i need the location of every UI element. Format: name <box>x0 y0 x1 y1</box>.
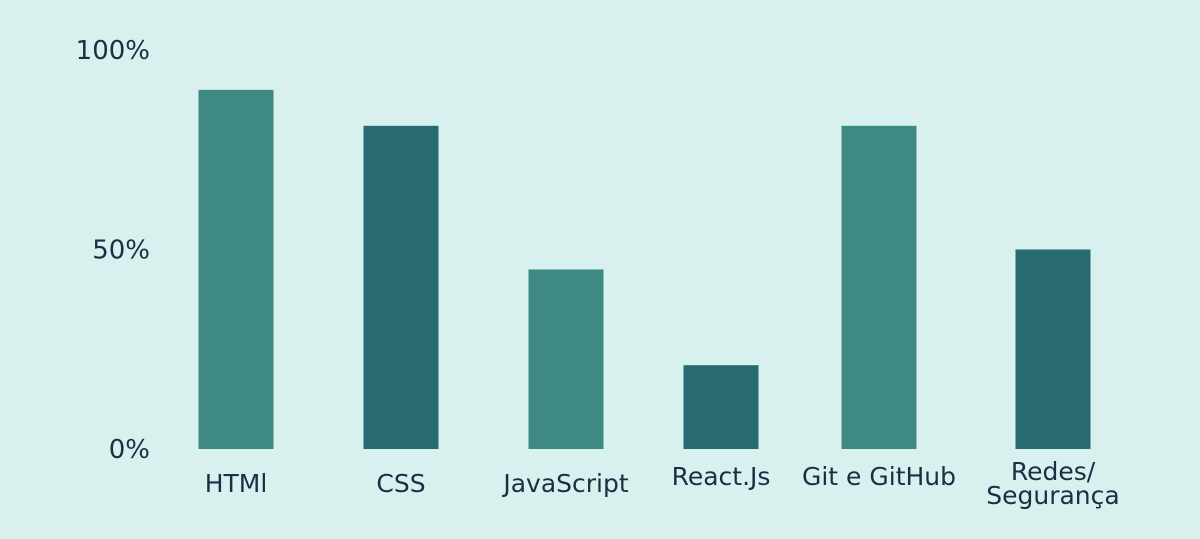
y-tick-label: 0% <box>109 435 150 465</box>
x-tick-label: JavaScript <box>501 469 629 498</box>
x-axis: HTMl CSS JavaScript React.Js Git e GitHub Red… <box>205 457 1120 510</box>
bar <box>683 365 759 449</box>
x-tick-label: HTMl <box>205 469 268 498</box>
x-tick-label: Redes/Segurança <box>986 457 1119 510</box>
skills-bar-chart: 0% 50% 100% HTMl CSS JavaScript React.Js Git e… <box>76 36 1120 510</box>
x-tick-label: React.Js <box>672 462 771 491</box>
bar <box>363 125 439 449</box>
x-tick-label: CSS <box>376 469 425 498</box>
bar <box>528 269 604 449</box>
y-tick-label: 50% <box>92 236 150 266</box>
x-tick-label: Git e GitHub <box>802 462 956 491</box>
bar <box>198 89 274 450</box>
bars <box>198 89 1091 450</box>
bar <box>1015 249 1091 449</box>
bar <box>841 125 917 449</box>
y-axis: 0% 50% 100% <box>76 36 150 465</box>
y-tick-label: 100% <box>76 36 150 66</box>
